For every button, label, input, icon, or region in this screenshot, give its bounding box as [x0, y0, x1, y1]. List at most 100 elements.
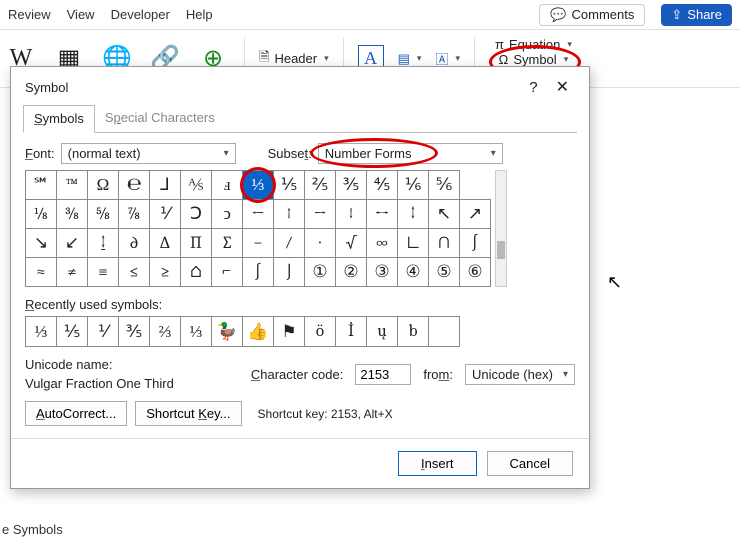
- recent-cell[interactable]: ⚑: [274, 317, 305, 347]
- symbol-cell[interactable]: ↔: [367, 200, 398, 229]
- symbol-cell[interactable]: ↗: [460, 200, 491, 229]
- symbol-cell[interactable]: ∟: [398, 229, 429, 258]
- tab-symbols-dialog[interactable]: Symbols: [23, 105, 95, 133]
- symbol-cell[interactable]: ∏: [181, 229, 212, 258]
- symbol-cell[interactable]: ∩: [429, 229, 460, 258]
- autocorrect-button[interactable]: AutoCorrect...: [25, 401, 127, 426]
- recent-cell[interactable]: 👍: [243, 317, 274, 347]
- recent-label: Recently used symbols:: [25, 297, 575, 312]
- cancel-button[interactable]: Cancel: [487, 451, 573, 476]
- symbol-cell[interactable]: ↘: [26, 229, 57, 258]
- symbol-cell[interactable]: ≥: [150, 258, 181, 287]
- symbol-cell[interactable]: ⅎ: [212, 171, 243, 200]
- insert-button[interactable]: Insert: [398, 451, 477, 476]
- symbol-cell[interactable]: ←: [243, 200, 274, 229]
- recent-cell[interactable]: ⅗: [119, 317, 150, 347]
- from-dropdown[interactable]: Unicode (hex) ▾: [465, 364, 575, 385]
- shortcut-key-button[interactable]: Shortcut Key...: [135, 401, 241, 426]
- scrollbar[interactable]: [495, 170, 507, 287]
- recent-cell[interactable]: ⅕: [57, 317, 88, 347]
- charcode-input[interactable]: [355, 364, 411, 385]
- symbol-cell[interactable]: ⌡: [274, 258, 305, 287]
- symbol-cell[interactable]: ∂: [119, 229, 150, 258]
- symbol-cell[interactable]: ⅗: [336, 171, 367, 200]
- tab-developer[interactable]: Developer: [111, 7, 170, 22]
- symbol-cell[interactable]: ④: [398, 258, 429, 287]
- font-value: (normal text): [68, 146, 141, 161]
- recent-cell[interactable]: b: [398, 317, 429, 347]
- recent-cell[interactable]: ⅓: [181, 317, 212, 347]
- shortcut-info: Shortcut key: 2153, Alt+X: [258, 407, 393, 421]
- symbol-cell[interactable]: ≡: [88, 258, 119, 287]
- symbol-cell[interactable]: ③: [367, 258, 398, 287]
- symbol-button[interactable]: Ω Symbol ▾: [499, 52, 569, 67]
- symbol-dialog: Symbol ? ✕ Symbols Special Characters Fo…: [10, 66, 590, 489]
- symbol-cell[interactable]: ↙: [57, 229, 88, 258]
- recent-cell[interactable]: ⅔: [150, 317, 181, 347]
- comments-button[interactable]: 💬 Comments: [539, 4, 645, 26]
- symbol-cell[interactable]: ↖: [429, 200, 460, 229]
- symbol-cell[interactable]: ⅕: [274, 171, 305, 200]
- symbol-cell[interactable]: ∫: [243, 258, 274, 287]
- symbol-cell[interactable]: →: [305, 200, 336, 229]
- symbol-cell[interactable]: ↓: [336, 200, 367, 229]
- symbol-cell[interactable]: Ↄ: [181, 200, 212, 229]
- symbol-cell[interactable]: Ω: [88, 171, 119, 200]
- symbol-cell[interactable]: ⅍: [181, 171, 212, 200]
- symbol-cell[interactable]: −: [243, 229, 274, 258]
- recent-cell[interactable]: 🦆: [212, 317, 243, 347]
- recent-cell[interactable]: İ: [336, 317, 367, 347]
- symbol-cell[interactable]: ⅘: [367, 171, 398, 200]
- symbol-cell[interactable]: ℮: [119, 171, 150, 200]
- symbol-cell[interactable]: ⅞: [119, 200, 150, 229]
- tab-view[interactable]: View: [67, 7, 95, 22]
- symbol-cell[interactable]: √: [336, 229, 367, 258]
- symbol-cell[interactable]: ②: [336, 258, 367, 287]
- symbol-cell[interactable]: ⅝: [88, 200, 119, 229]
- symbol-cell[interactable]: ↕: [398, 200, 429, 229]
- subset-dropdown[interactable]: Number Forms ▾: [318, 143, 503, 164]
- symbol-cell[interactable]: ↄ: [212, 200, 243, 229]
- symbol-cell[interactable]: ≠: [57, 258, 88, 287]
- symbol-cell[interactable]: ∫: [460, 229, 491, 258]
- symbol-cell[interactable]: ⅟: [150, 200, 181, 229]
- tab-review[interactable]: Review: [8, 7, 51, 22]
- recent-cell[interactable]: ⅟: [88, 317, 119, 347]
- symbol-cell[interactable]: ⅚: [429, 171, 460, 200]
- symbol-cell[interactable]: ⑤: [429, 258, 460, 287]
- quickparts-icon[interactable]: ▤▾: [398, 51, 422, 67]
- tab-special-characters[interactable]: Special Characters: [95, 105, 225, 133]
- scroll-thumb[interactable]: [497, 241, 505, 259]
- symbol-cell[interactable]: ∕: [274, 229, 305, 258]
- symbol-cell[interactable]: ⅜: [57, 200, 88, 229]
- symbol-cell[interactable]: ∑: [212, 229, 243, 258]
- tab-help[interactable]: Help: [186, 7, 213, 22]
- share-button[interactable]: ⇪ Share: [661, 4, 732, 26]
- symbol-cell[interactable]: ①: [305, 258, 336, 287]
- symbol-cell[interactable]: ⅛: [26, 200, 57, 229]
- symbol-cell[interactable]: ⌂: [181, 258, 212, 287]
- equation-button[interactable]: π Equation ▾: [495, 37, 572, 52]
- symbol-cell[interactable]: ≤: [119, 258, 150, 287]
- symbol-cell[interactable]: ⅖: [305, 171, 336, 200]
- symbol-cell[interactable]: ⑥: [460, 258, 491, 287]
- symbol-cell[interactable]: ™: [57, 171, 88, 200]
- symbol-cell[interactable]: ⅃: [150, 171, 181, 200]
- symbol-cell[interactable]: ↑: [274, 200, 305, 229]
- symbol-cell[interactable]: ⅙: [398, 171, 429, 200]
- recent-cell[interactable]: ⅓: [26, 317, 57, 347]
- font-dropdown[interactable]: (normal text) ▾: [61, 143, 236, 164]
- recent-cell[interactable]: [429, 317, 460, 347]
- symbol-cell[interactable]: ≈: [26, 258, 57, 287]
- symbol-cell[interactable]: ∙: [305, 229, 336, 258]
- close-button[interactable]: ✕: [548, 77, 577, 97]
- recent-cell[interactable]: ö: [305, 317, 336, 347]
- symbol-cell[interactable]: ∆: [150, 229, 181, 258]
- recent-cell[interactable]: ų: [367, 317, 398, 347]
- symbol-cell[interactable]: ℠: [26, 171, 57, 200]
- help-button[interactable]: ?: [519, 79, 547, 96]
- symbol-cell[interactable]: ↨: [88, 229, 119, 258]
- symbol-cell[interactable]: ⅓: [243, 171, 274, 200]
- symbol-cell[interactable]: ∞: [367, 229, 398, 258]
- symbol-cell[interactable]: ⌐: [212, 258, 243, 287]
